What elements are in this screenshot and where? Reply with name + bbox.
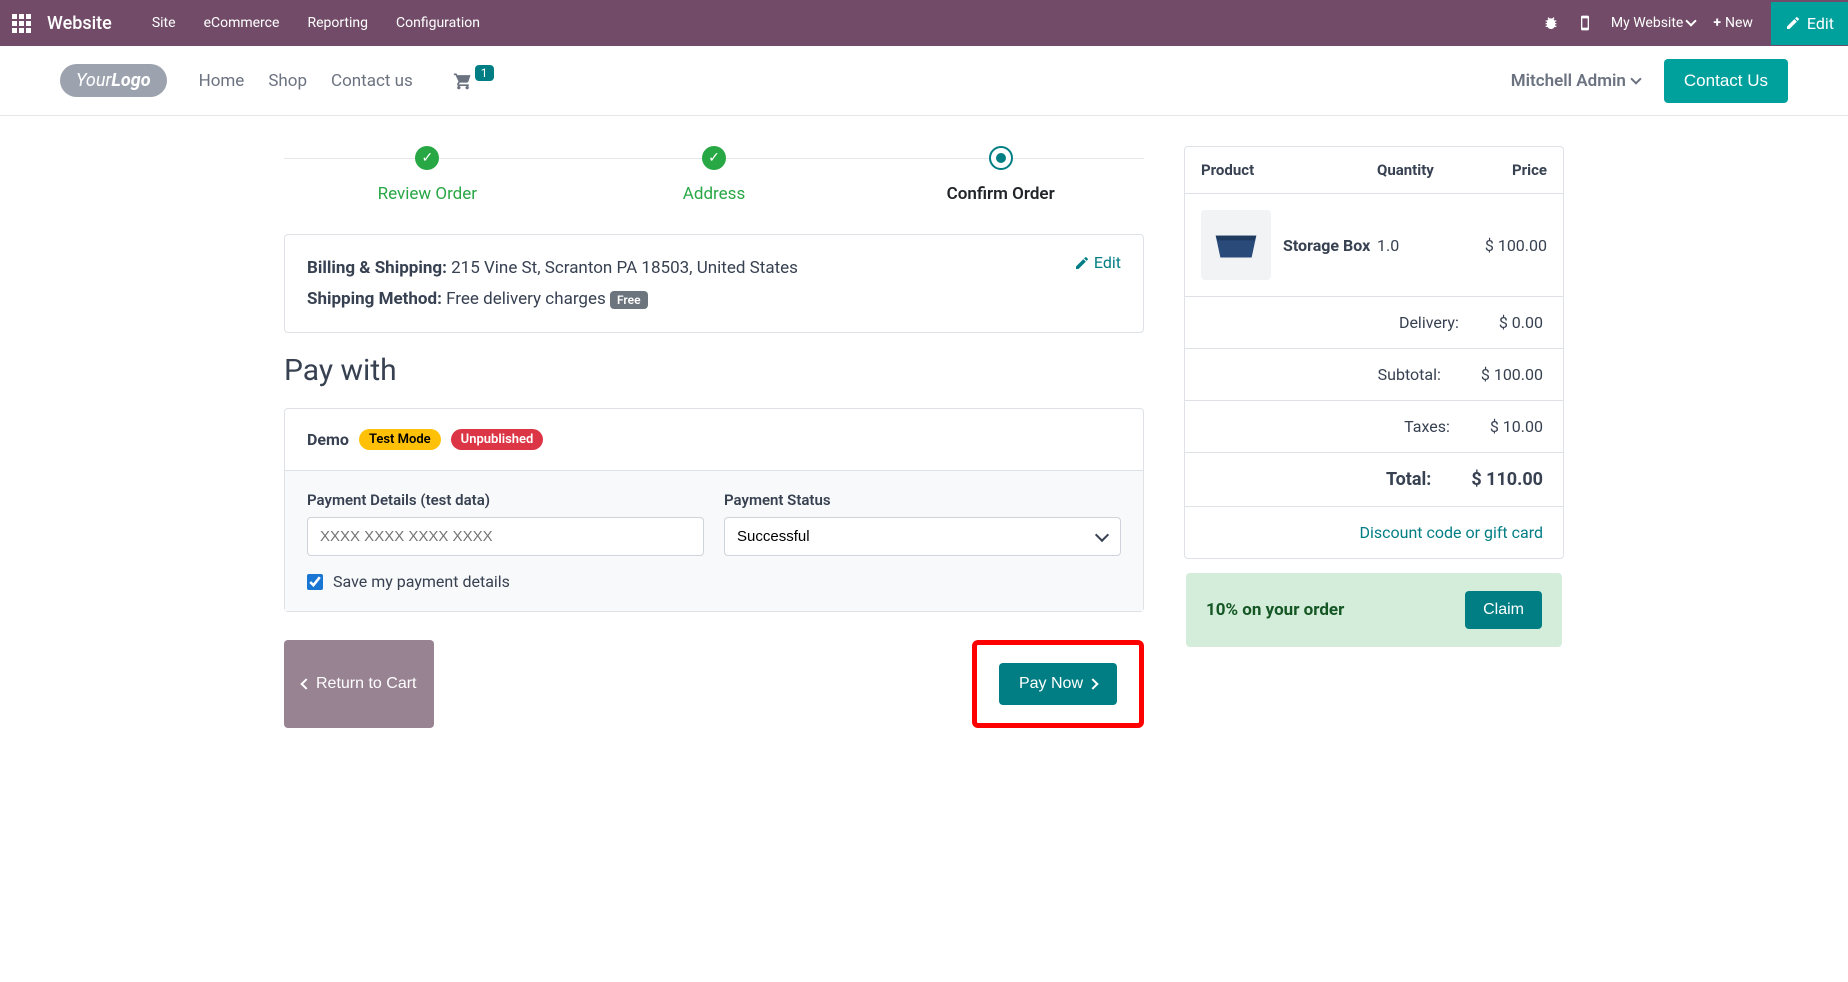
contact-us-button[interactable]: Contact Us: [1664, 59, 1788, 103]
cart-icon: [453, 71, 473, 91]
user-dropdown[interactable]: Mitchell Admin: [1511, 71, 1640, 91]
step-address[interactable]: ✓ Address: [571, 146, 858, 204]
website-switcher[interactable]: My Website: [1611, 15, 1695, 31]
item-qty: 1.0: [1377, 236, 1447, 255]
shipping-label: Shipping Method:: [307, 289, 442, 309]
edit-address-link[interactable]: Edit: [1074, 253, 1121, 272]
save-payment-checkbox-wrap[interactable]: Save my payment details: [307, 572, 1121, 591]
caret-down-icon: [1630, 73, 1641, 84]
test-mode-badge: Test Mode: [359, 429, 441, 450]
check-icon: ✓: [702, 146, 726, 170]
unpublished-badge: Unpublished: [451, 429, 544, 450]
app-topbar: Website Site eCommerce Reporting Configu…: [0, 0, 1848, 46]
return-to-cart-button[interactable]: Return to Cart: [284, 640, 434, 728]
edit-address-label: Edit: [1094, 253, 1121, 272]
payment-status-select[interactable]: Successful: [724, 517, 1121, 556]
nav-shop[interactable]: Shop: [268, 71, 307, 91]
app-title[interactable]: Website: [47, 13, 112, 34]
return-label: Return to Cart: [316, 675, 416, 693]
nav-contact[interactable]: Contact us: [331, 71, 413, 91]
pay-now-label: Pay Now: [1019, 675, 1083, 693]
payment-details-input[interactable]: [307, 517, 704, 556]
order-summary: Product Quantity Price Storage Box 1.0 $…: [1184, 146, 1564, 559]
menu-ecommerce[interactable]: eCommerce: [204, 15, 280, 31]
new-page-button[interactable]: + New: [1713, 15, 1753, 31]
taxes-label: Taxes:: [1205, 417, 1490, 436]
col-product: Product: [1201, 161, 1377, 179]
shipping-value: Free delivery charges: [446, 289, 606, 309]
step-review-label: Review Order: [284, 184, 571, 204]
payment-details-label: Payment Details (test data): [307, 491, 704, 509]
subtotal-label: Subtotal:: [1205, 365, 1481, 384]
item-price: $ 100.00: [1447, 236, 1547, 255]
edit-button[interactable]: Edit: [1771, 2, 1848, 45]
pay-with-heading: Pay with: [284, 353, 1144, 388]
storage-box-icon: [1211, 228, 1261, 262]
logo-your: Your: [76, 70, 111, 91]
step-review[interactable]: ✓ Review Order: [284, 146, 571, 204]
current-step-icon: [989, 146, 1013, 170]
step-confirm[interactable]: Confirm Order: [857, 146, 1144, 204]
pay-now-highlight: Pay Now: [972, 640, 1144, 728]
address-card: Billing & Shipping: 215 Vine St, Scranto…: [284, 234, 1144, 333]
pay-now-button[interactable]: Pay Now: [999, 663, 1117, 705]
delivery-label: Delivery:: [1205, 313, 1499, 332]
total-label: Total:: [1205, 469, 1471, 490]
cart-badge: 1: [475, 65, 494, 81]
discount-link[interactable]: Discount code or gift card: [1185, 507, 1563, 558]
promo-text: 10% on your order: [1206, 600, 1344, 620]
payment-card: Demo Test Mode Unpublished Payment Detai…: [284, 408, 1144, 612]
free-badge: Free: [610, 291, 648, 309]
col-quantity: Quantity: [1377, 161, 1467, 179]
total-value: $ 110.00: [1471, 469, 1543, 490]
site-header: YourLogo Home Shop Contact us 1 Mitchell…: [0, 46, 1848, 116]
apps-menu-icon[interactable]: [12, 14, 31, 33]
subtotal-value: $ 100.00: [1481, 365, 1543, 384]
taxes-value: $ 10.00: [1490, 417, 1543, 436]
bug-icon[interactable]: [1543, 15, 1559, 31]
mobile-preview-icon[interactable]: [1577, 15, 1593, 31]
pencil-icon: [1074, 255, 1090, 271]
menu-site[interactable]: Site: [152, 15, 176, 31]
new-button-label: New: [1725, 15, 1753, 31]
save-payment-checkbox[interactable]: [307, 574, 323, 590]
website-switcher-label: My Website: [1611, 15, 1683, 31]
pencil-icon: [1785, 15, 1801, 31]
claim-button[interactable]: Claim: [1465, 591, 1542, 629]
billing-label: Billing & Shipping:: [307, 258, 447, 278]
promo-banner: 10% on your order Claim: [1186, 573, 1562, 647]
menu-configuration[interactable]: Configuration: [396, 15, 480, 31]
logo-logo: Logo: [111, 70, 150, 91]
nav-home[interactable]: Home: [199, 71, 245, 91]
item-name: Storage Box: [1283, 236, 1377, 255]
chevron-right-icon: [1087, 679, 1098, 690]
menu-reporting[interactable]: Reporting: [307, 15, 368, 31]
checkout-progress: ✓ Review Order ✓ Address Confirm Order: [284, 146, 1144, 204]
site-logo[interactable]: YourLogo: [60, 64, 167, 97]
delivery-value: $ 0.00: [1499, 313, 1543, 332]
payment-provider: Demo: [307, 430, 349, 449]
summary-item: Storage Box 1.0 $ 100.00: [1185, 194, 1563, 297]
col-price: Price: [1467, 161, 1547, 179]
billing-value: 215 Vine St, Scranton PA 18503, United S…: [451, 258, 798, 278]
step-confirm-label: Confirm Order: [857, 184, 1144, 204]
caret-down-icon: [1686, 15, 1697, 26]
save-payment-label: Save my payment details: [333, 572, 510, 591]
payment-status-label: Payment Status: [724, 491, 1121, 509]
check-icon: ✓: [415, 146, 439, 170]
user-name: Mitchell Admin: [1511, 71, 1626, 91]
cart-link[interactable]: 1: [453, 71, 494, 91]
product-image: [1201, 210, 1271, 280]
edit-button-label: Edit: [1807, 14, 1834, 33]
step-address-label: Address: [571, 184, 858, 204]
chevron-left-icon: [300, 679, 311, 690]
